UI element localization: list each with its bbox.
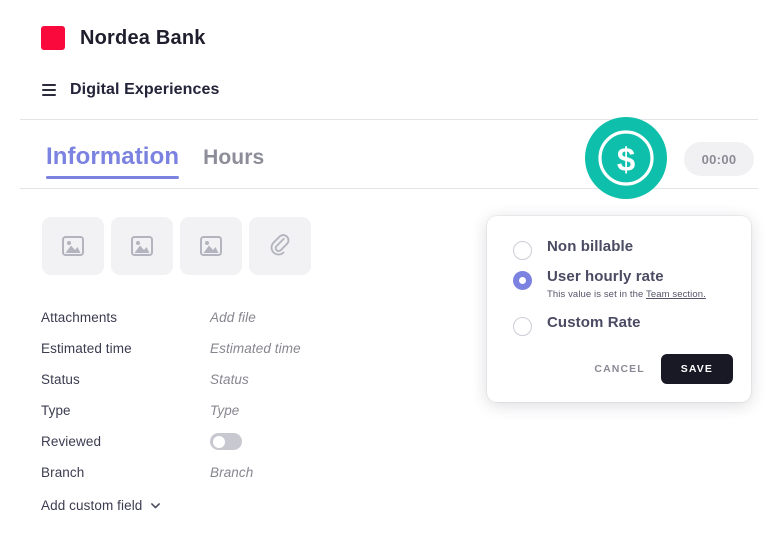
add-custom-field-button[interactable]: Add custom field xyxy=(41,491,371,519)
hint-prefix-text: This value is set in the xyxy=(547,289,646,300)
tab-bar: Information Hours xyxy=(46,143,264,179)
field-label: Type xyxy=(41,403,71,418)
rate-option-user-hourly-rate[interactable]: User hourly rate This value is set in th… xyxy=(513,268,706,300)
field-label: Branch xyxy=(41,465,85,480)
field-value-attachments[interactable]: Add file xyxy=(210,310,256,325)
reviewed-toggle[interactable] xyxy=(210,433,242,450)
project-name: Digital Experiences xyxy=(70,81,220,98)
tab-hours[interactable]: Hours xyxy=(203,146,264,178)
brand-square-icon xyxy=(41,26,65,50)
rate-option-body: Custom Rate xyxy=(547,314,641,331)
field-row-reviewed: Reviewed xyxy=(41,426,371,457)
field-label: Status xyxy=(41,372,80,387)
toggle-knob xyxy=(212,435,225,448)
rate-option-label: Non billable xyxy=(547,238,634,255)
rate-option-non-billable[interactable]: Non billable xyxy=(513,238,633,260)
field-row-status: Status Status xyxy=(41,364,371,395)
field-row-estimated-time: Estimated time Estimated time xyxy=(41,333,371,364)
divider-top xyxy=(20,119,758,120)
rate-popup-card: Non billable User hourly rate This value… xyxy=(487,216,751,402)
add-custom-field-label: Add custom field xyxy=(41,497,143,513)
cancel-button[interactable]: CANCEL xyxy=(592,357,646,381)
radio-user-hourly-rate[interactable] xyxy=(513,271,532,290)
team-section-link[interactable]: Team section. xyxy=(646,289,706,300)
field-row-type: Type Type xyxy=(41,395,371,426)
rate-option-label: Custom Rate xyxy=(547,314,641,331)
field-value-estimated-time[interactable]: Estimated time xyxy=(210,341,301,356)
radio-custom-rate[interactable] xyxy=(513,317,532,336)
brand-name: Nordea Bank xyxy=(80,26,206,49)
radio-non-billable[interactable] xyxy=(513,241,532,260)
field-label: Reviewed xyxy=(41,434,102,449)
field-label: Attachments xyxy=(41,310,118,325)
field-value-branch[interactable]: Branch xyxy=(210,465,253,480)
card-actions: CANCEL SAVE xyxy=(592,354,733,384)
rate-option-hint: This value is set in the Team section. xyxy=(547,289,706,300)
field-value-status[interactable]: Status xyxy=(210,372,249,387)
project-row[interactable]: Digital Experiences xyxy=(42,81,220,99)
brand-header: Nordea Bank xyxy=(41,26,206,50)
chevron-down-icon xyxy=(151,502,161,508)
tab-information[interactable]: Information xyxy=(46,143,180,179)
field-label: Estimated time xyxy=(41,341,132,356)
attachment-thumbnails xyxy=(42,217,311,275)
field-row-branch: Branch Branch xyxy=(41,457,371,488)
hamburger-icon[interactable] xyxy=(42,84,56,96)
field-row-attachments: Attachments Add file xyxy=(41,302,371,333)
rate-option-custom-rate[interactable]: Custom Rate xyxy=(513,314,641,336)
billable-dollar-icon[interactable]: $ xyxy=(585,117,667,199)
image-placeholder-thumb-2[interactable] xyxy=(111,217,173,275)
save-button[interactable]: SAVE xyxy=(660,354,733,384)
image-placeholder-thumb-1[interactable] xyxy=(42,217,104,275)
field-value-type[interactable]: Type xyxy=(210,403,239,418)
svg-text:$: $ xyxy=(617,141,635,178)
timer-pill[interactable]: 00:00 xyxy=(684,142,754,176)
rate-option-label: User hourly rate xyxy=(547,268,664,285)
rate-option-body: User hourly rate This value is set in th… xyxy=(547,268,706,300)
rate-option-body: Non billable xyxy=(547,238,633,255)
paperclip-icon[interactable] xyxy=(249,217,311,275)
image-placeholder-thumb-3[interactable] xyxy=(180,217,242,275)
field-list: Attachments Add file Estimated time Esti… xyxy=(41,302,371,519)
